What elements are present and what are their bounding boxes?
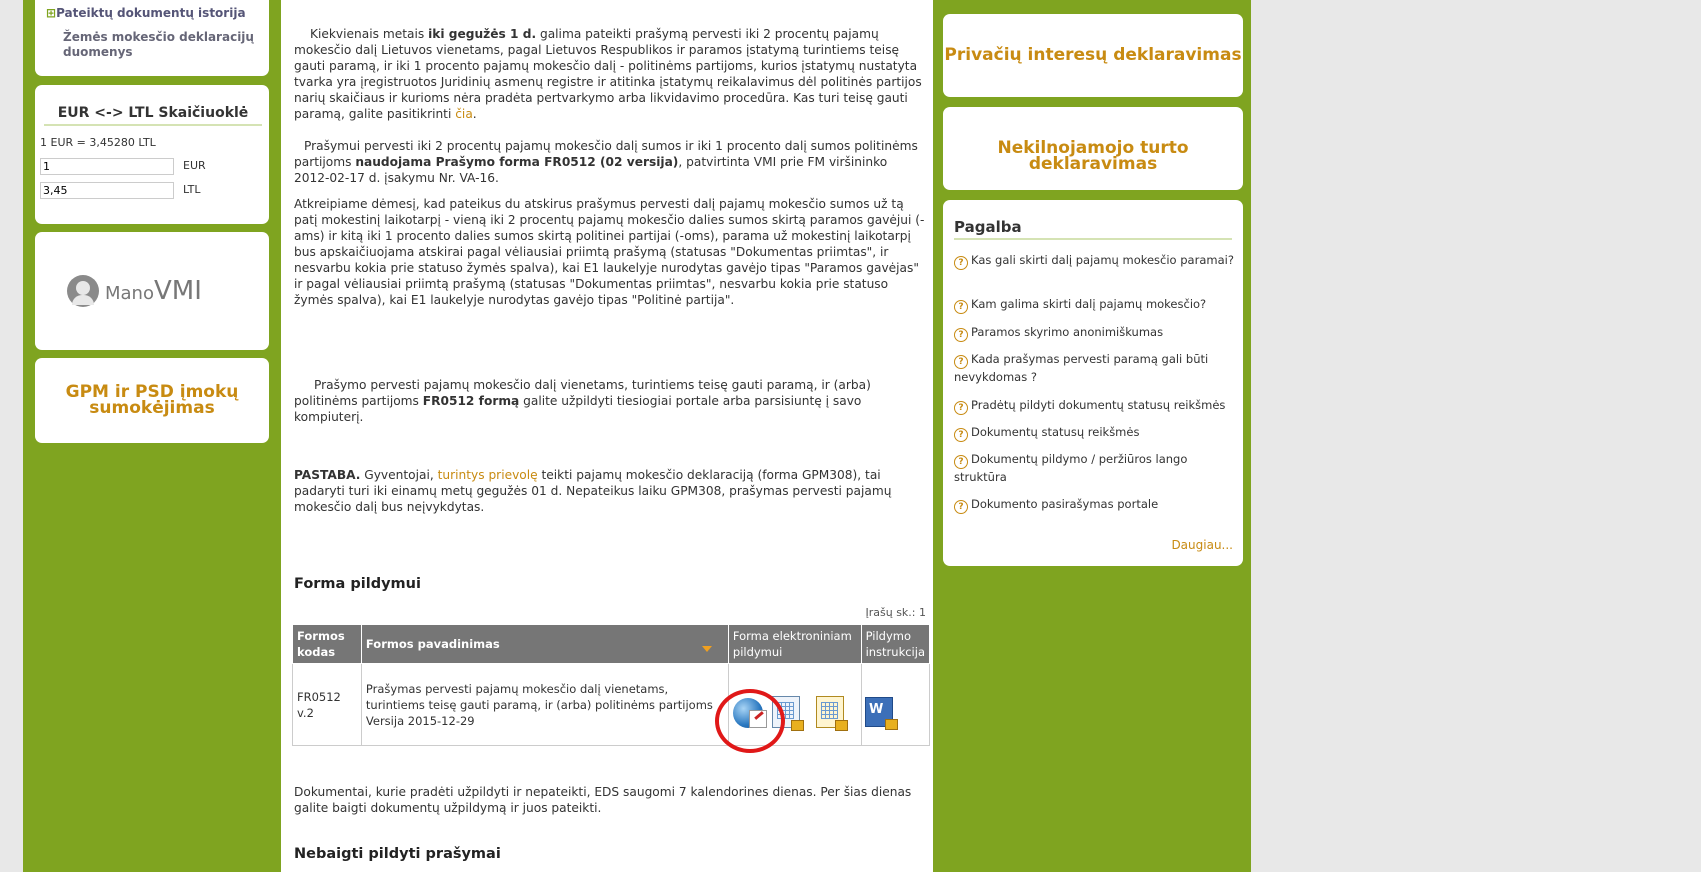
- help-box: Pagalba ? Kas gali skirti dalį pajamų mok…: [943, 200, 1243, 566]
- help-item[interactable]: ? Kada prašymas pervesti paramą gali būti…: [954, 351, 1239, 386]
- col-instructions: Pildymo instrukcija: [860, 624, 931, 664]
- intro-text-start: Kiekvienais metais: [310, 27, 429, 41]
- help-item-label[interactable]: Dokumentų statusų reikšmės: [971, 425, 1139, 439]
- help-question-icon: ?: [954, 428, 968, 442]
- col-form-code[interactable]: Formos kodas: [292, 624, 362, 664]
- calculator-title: EUR <-> LTL Skaičiuoklė: [44, 105, 262, 126]
- gpm-payment-title: GPM ir PSD įmokų sumokėjimas: [65, 382, 239, 418]
- attention-paragraph: Atkreipiame dėmesį, kad pateikus du atsk…: [294, 197, 925, 307]
- eur-label: EUR: [183, 159, 206, 172]
- help-question-icon: ?: [954, 328, 968, 342]
- lock-icon: [835, 720, 848, 731]
- help-item-label[interactable]: Paramos skyrimo anonimiškumas: [971, 325, 1163, 339]
- expand-icon[interactable]: ⊞: [46, 6, 56, 20]
- gpm-payment-banner[interactable]: GPM ir PSD įmokų sumokėjimas: [35, 358, 269, 443]
- help-item-label[interactable]: Dokumento pasirašymas portale: [971, 497, 1158, 511]
- row-form-code: FR0512 v.2: [292, 663, 362, 746]
- exchange-rate: 1 EUR = 3,45280 LTL: [40, 136, 156, 149]
- saved-documents-note: Dokumentai, kurie pradėti užpildyti ir n…: [294, 785, 912, 815]
- ltl-input[interactable]: [40, 182, 174, 199]
- help-question-icon: ?: [954, 401, 968, 415]
- form-heading: Forma pildymui: [294, 576, 421, 592]
- row-form-name-cell: Prašymas pervesti pajamų mokesčio dalį v…: [360, 663, 729, 746]
- row-form-name: Prašymas pervesti pajamų mokesčio dalį v…: [365, 681, 713, 712]
- real-estate-title: Nekilnojamojo turto deklaravimas: [997, 138, 1189, 174]
- record-count: Įrašų sk.: 1: [865, 606, 926, 619]
- check-eligibility-link[interactable]: čia: [455, 107, 473, 121]
- form-doc-lock-icon[interactable]: [816, 696, 848, 731]
- intro-deadline: iki gegužės 1 d.: [428, 27, 537, 41]
- form-grid-icon: [821, 702, 838, 719]
- help-item[interactable]: ? Pradėtų pildyti dokumentų statusų reikš…: [954, 397, 1239, 415]
- ltl-label: LTL: [183, 183, 201, 196]
- real-estate-banner[interactable]: Nekilnojamojo turto deklaravimas: [943, 107, 1243, 190]
- private-interests-banner[interactable]: Privačių interesų deklaravimas: [943, 14, 1243, 97]
- fill-options-paragraph: Prašymo pervesti pajamų mokesčio dalį vi…: [294, 377, 926, 425]
- word-doc-icon[interactable]: W: [865, 697, 898, 730]
- row-form-version: Versija 2015-12-29: [365, 713, 475, 728]
- help-title: Pagalba: [954, 218, 1232, 240]
- history-link[interactable]: ⊞Pateiktų dokumentų istorija: [46, 6, 246, 20]
- intro-paragraph: Kiekvienais metais iki gegužės 1 d. gali…: [294, 26, 926, 122]
- land-tax-link[interactable]: Žemės mokesčio deklaracijų duomenys: [63, 30, 263, 60]
- help-item-label[interactable]: Dokumentų pildymo / peržiūros lango stru…: [954, 452, 1187, 484]
- mano-vmi-logo: ManoVMI: [105, 276, 202, 306]
- help-question-icon: ?: [954, 500, 968, 514]
- eur-input[interactable]: [40, 158, 174, 175]
- table-header-row: Formos kodas Formos pavadinimas Forma el…: [292, 624, 931, 664]
- private-interests-title: Privačių interesų deklaravimas: [944, 45, 1242, 65]
- form-usage-paragraph: Prašymui pervesti iki 2 procentų pajamų …: [294, 138, 926, 186]
- help-item-label[interactable]: Kam galima skirti dalį pajamų mokesčio?: [971, 297, 1206, 311]
- help-item[interactable]: ? Paramos skyrimo anonimiškumas: [954, 324, 1239, 342]
- help-question-icon: ?: [954, 355, 968, 369]
- help-question-icon: ?: [954, 256, 968, 270]
- help-item[interactable]: ? Dokumentų statusų reikšmės: [954, 424, 1239, 442]
- help-item-label[interactable]: Kas gali skirti dalį pajamų mokesčio par…: [971, 253, 1234, 267]
- col-form-name[interactable]: Formos pavadinimas: [360, 624, 729, 664]
- history-card: ⊞Pateiktų dokumentų istorija Žemės mokes…: [35, 0, 269, 76]
- currency-calculator: EUR <-> LTL Skaičiuoklė 1 EUR = 3,45280 …: [35, 85, 269, 224]
- help-question-icon: ?: [954, 300, 968, 314]
- help-item[interactable]: ? Kam galima skirti dalį pajamų mokesčio?: [954, 296, 1239, 314]
- note-label: PASTABA.: [294, 468, 361, 482]
- col-electronic-form: Forma elektroniniam pildymui: [727, 624, 862, 664]
- history-link-label[interactable]: Pateiktų dokumentų istorija: [56, 6, 245, 20]
- mano-logo-prefix: Mano: [105, 283, 154, 304]
- user-avatar-icon: [67, 275, 99, 307]
- word-w-icon: W: [869, 702, 884, 717]
- help-item-label[interactable]: Kada prašymas pervesti paramą gali būti …: [954, 352, 1208, 384]
- unfinished-heading: Nebaigti pildyti prašymai: [294, 846, 501, 862]
- help-item[interactable]: ? Dokumentų pildymo / peržiūros lango str…: [954, 451, 1239, 486]
- note-paragraph: PASTABA. Gyventojai, turintys prievolę t…: [294, 467, 926, 515]
- mano-logo-suffix: VMI: [153, 276, 202, 306]
- help-item[interactable]: ? Kas gali skirti dalį pajamų mokesčio pa…: [954, 252, 1239, 270]
- intro-text-end: .: [472, 107, 477, 121]
- help-question-icon: ?: [954, 455, 968, 469]
- more-help-link[interactable]: Daugiau...: [1171, 538, 1233, 552]
- lock-icon: [885, 719, 898, 730]
- sort-arrow-icon[interactable]: [702, 646, 712, 652]
- lock-icon: [791, 720, 804, 731]
- help-item-label[interactable]: Pradėtų pildyti dokumentų statusų reikšm…: [971, 398, 1225, 412]
- help-item[interactable]: ? Dokumento pasirašymas portale: [954, 496, 1239, 514]
- intro-text: galima pateikti prašymą pervesti iki 2 p…: [294, 27, 922, 121]
- form-usage-bold: naudojama Prašymo forma FR0512 (02 versi…: [355, 155, 679, 169]
- obligation-link[interactable]: turintys prievolę: [438, 468, 538, 482]
- fill-options-bold: FR0512 formą: [422, 394, 520, 408]
- highlight-circle: [715, 689, 785, 753]
- mano-vmi-banner[interactable]: ManoVMI: [35, 232, 269, 350]
- note-text: Gyventojai,: [360, 468, 438, 482]
